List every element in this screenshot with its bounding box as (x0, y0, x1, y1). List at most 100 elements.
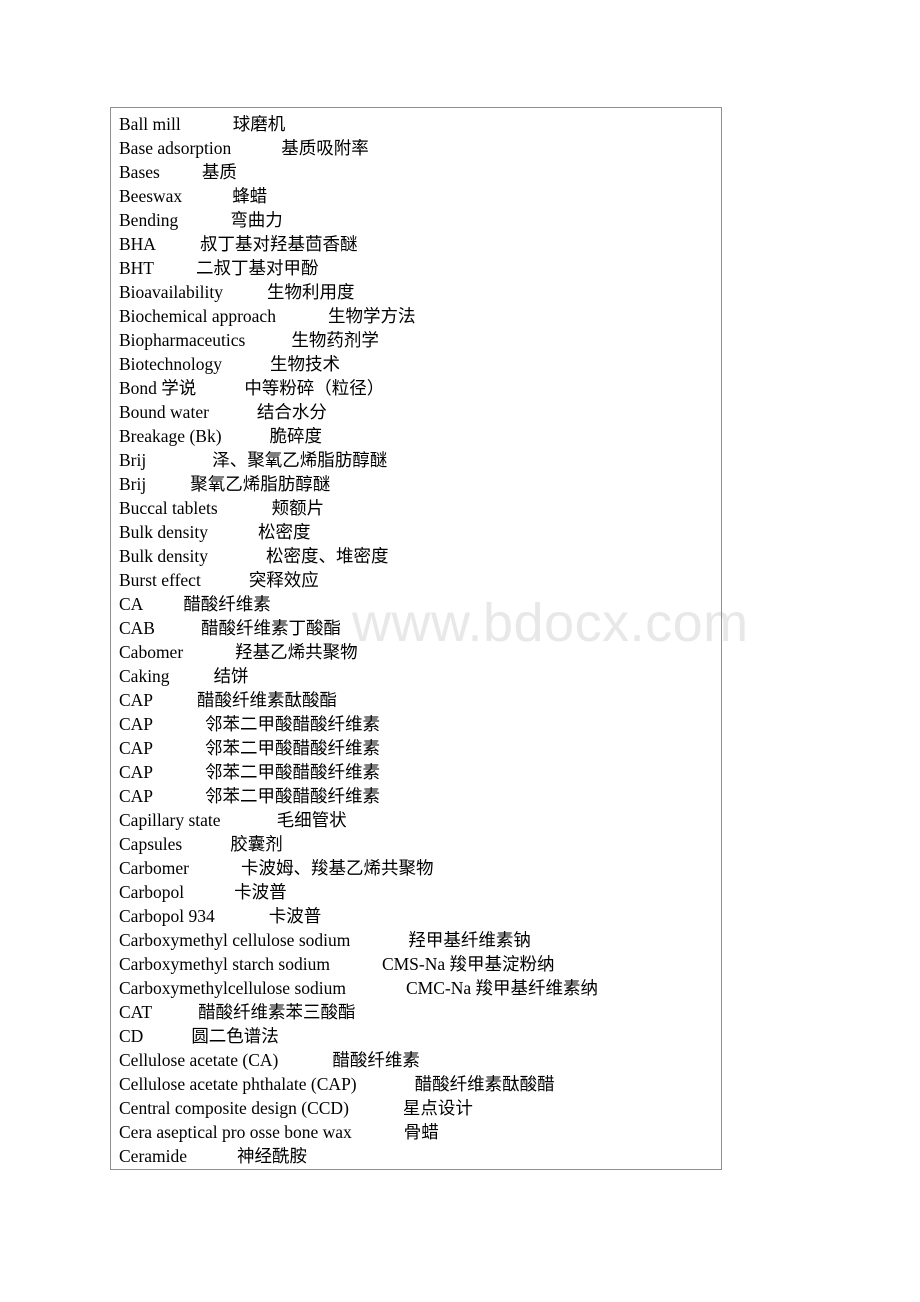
glossary-entry: Cera aseptical pro osse bone wax 骨蜡 (119, 1120, 721, 1144)
glossary-term: CAP (119, 738, 154, 758)
glossary-definition: 松密度、堆密度 (265, 546, 389, 566)
glossary-entry: Cellulose acetate phthalate (CAP) 醋酸纤维素酞酸… (119, 1072, 721, 1096)
glossary-entry: Burst effect 突释效应 (119, 568, 721, 592)
glossary-term: Bulk density (119, 546, 208, 566)
glossary-definition: 叔丁基对羟基茴香醚 (199, 234, 358, 254)
glossary-definition: 球磨机 (232, 114, 286, 134)
glossary-entry: Ceramide 神经酰胺 (119, 1144, 721, 1168)
glossary-term: Central composite design (CCD) (119, 1098, 349, 1118)
glossary-term: CD (119, 1026, 144, 1046)
glossary-entry: Bending 弯曲力 (119, 208, 721, 232)
glossary-term: CAP (119, 762, 154, 782)
glossary-definition: 醋酸纤维素 (183, 594, 271, 614)
glossary-entry: CAT 醋酸纤维素苯三酸酯 (119, 1000, 721, 1024)
glossary-entry: Breakage (Bk) 脆碎度 (119, 424, 721, 448)
glossary-definition: 邻苯二甲酸醋酸纤维素 (205, 714, 381, 734)
glossary-entry: Biochemical approach 生物学方法 (119, 304, 721, 328)
glossary-term: Carbopol (119, 882, 185, 902)
glossary-term: Brij (119, 450, 147, 470)
glossary-term: BHT (119, 258, 154, 278)
glossary-entry: Carbopol 934 卡波普 (119, 904, 721, 928)
glossary-definition: 毛细管状 (276, 810, 347, 830)
glossary-term: Burst effect (119, 570, 201, 590)
glossary-definition: 羟基乙烯共聚物 (235, 642, 358, 662)
glossary-definition: 泽、聚氧乙烯脂肪醇醚 (212, 450, 388, 470)
glossary-entry: Carboxymethyl starch sodium CMS-Na 羧甲基淀粉纳 (119, 952, 721, 976)
glossary-term: CAP (119, 786, 154, 806)
glossary-term: Bioavailability (119, 282, 224, 302)
glossary-definition: 羟甲基纤维素钠 (408, 930, 531, 950)
glossary-term: Biopharmaceutics (119, 330, 246, 350)
glossary-term: Carbopol 934 (119, 906, 215, 926)
glossary-definition: 邻苯二甲酸醋酸纤维素 (205, 786, 381, 806)
glossary-term: CAT (119, 1002, 153, 1022)
glossary-term: Ceramide (119, 1146, 188, 1166)
glossary-entry: Biotechnology 生物技术 (119, 352, 721, 376)
glossary-entry: Buccal tablets 颊额片 (119, 496, 721, 520)
glossary-definition: 胶囊剂 (230, 834, 283, 854)
glossary-entry: Bond 学说 中等粉碎（粒径） (119, 376, 721, 400)
glossary-entry: Central composite design (CCD) 星点设计 (119, 1096, 721, 1120)
glossary-term: Breakage (Bk) (119, 426, 222, 446)
glossary-entry: Bases 基质 (119, 160, 721, 184)
glossary-term: CAP (119, 714, 154, 734)
glossary-definition: 生物药剂学 (291, 330, 379, 350)
glossary-entry: Bioavailability 生物利用度 (119, 280, 721, 304)
glossary-definition: 弯曲力 (230, 210, 283, 230)
glossary-entry: Capillary state 毛细管状 (119, 808, 721, 832)
glossary-term: Bound water (119, 402, 209, 422)
glossary-entry: Biopharmaceutics 生物药剂学 (119, 328, 721, 352)
glossary-entry: Base adsorption 基质吸附率 (119, 136, 721, 160)
glossary-table: Ball mill 球磨机 Base adsorption 基质吸附率 Bases 基质 B… (110, 107, 722, 1170)
glossary-entry: Brij 泽、聚氧乙烯脂肪醇醚 (119, 448, 721, 472)
glossary-term: Base adsorption (119, 138, 232, 158)
glossary-entry: CAB 醋酸纤维素丁酸酯 (119, 616, 721, 640)
glossary-entry: Beeswax 蜂蜡 (119, 184, 721, 208)
glossary-entry: Bound water 结合水分 (119, 400, 721, 424)
glossary-entry: Carboxymethyl cellulose sodium 羟甲基纤维素钠 (119, 928, 721, 952)
glossary-entry: Bulk density 松密度、堆密度 (119, 544, 721, 568)
glossary-term: Ball mill (119, 114, 181, 134)
glossary-definition: 圆二色谱法 (191, 1026, 279, 1046)
glossary-term: BHA (119, 234, 156, 254)
glossary-term: Cellulose acetate phthalate (CAP) (119, 1074, 357, 1094)
glossary-entry: CAP 邻苯二甲酸醋酸纤维素 (119, 736, 721, 760)
glossary-entry: Carboxymethylcellulose sodium CMC-Na 羧甲基纤… (119, 976, 721, 1000)
glossary-definition: 卡波姆、羧基乙烯共聚物 (240, 858, 434, 878)
glossary-definition: 脆碎度 (269, 426, 323, 446)
glossary-entry: CA 醋酸纤维素 (119, 592, 721, 616)
glossary-definition: 卡波普 (234, 882, 287, 902)
glossary-term: Capsules (119, 834, 183, 854)
glossary-definition: 聚氧乙烯脂肪醇醚 (190, 474, 331, 494)
glossary-entry: Ball mill 球磨机 (119, 112, 721, 136)
glossary-term: Cellulose acetate (CA) (119, 1050, 279, 1070)
glossary-entry: Cabomer 羟基乙烯共聚物 (119, 640, 721, 664)
glossary-definition: 醋酸纤维素酞酸酯 (197, 690, 338, 710)
glossary-entry: CAP 醋酸纤维素酞酸酯 (119, 688, 721, 712)
glossary-entry: BHA 叔丁基对羟基茴香醚 (119, 232, 721, 256)
glossary-definition: 生物技术 (270, 354, 341, 374)
glossary-term: CA (119, 594, 144, 614)
glossary-entry: Capsules 胶囊剂 (119, 832, 721, 856)
glossary-term: Buccal tablets (119, 498, 218, 518)
glossary-definition: 卡波普 (268, 906, 322, 926)
glossary-definition: 骨蜡 (403, 1122, 439, 1142)
glossary-term: Bond 学说 (119, 378, 197, 398)
glossary-definition: 生物利用度 (267, 282, 355, 302)
glossary-definition: 生物学方法 (327, 306, 416, 326)
glossary-term: CAB (119, 618, 155, 638)
glossary-definition: 二叔丁基对甲酚 (196, 258, 319, 278)
glossary-term: Bases (119, 162, 160, 182)
glossary-term: Bulk density (119, 522, 208, 542)
glossary-definition: 邻苯二甲酸醋酸纤维素 (205, 762, 381, 782)
glossary-entry: CD 圆二色谱法 (119, 1024, 721, 1048)
glossary-term: CAP (119, 690, 154, 710)
glossary-definition: 结饼 (213, 666, 249, 686)
glossary-entry: Cellulose acetate (CA) 醋酸纤维素 (119, 1048, 721, 1072)
glossary-definition: 蜂蜡 (232, 186, 268, 206)
glossary-definition: 颊额片 (271, 498, 325, 518)
glossary-entry: Bulk density 松密度 (119, 520, 721, 544)
glossary-definition: CMC-Na 羧甲基纤维素纳 (405, 978, 598, 998)
glossary-entry: BHT 二叔丁基对甲酚 (119, 256, 721, 280)
glossary-definition: 邻苯二甲酸醋酸纤维素 (205, 738, 381, 758)
